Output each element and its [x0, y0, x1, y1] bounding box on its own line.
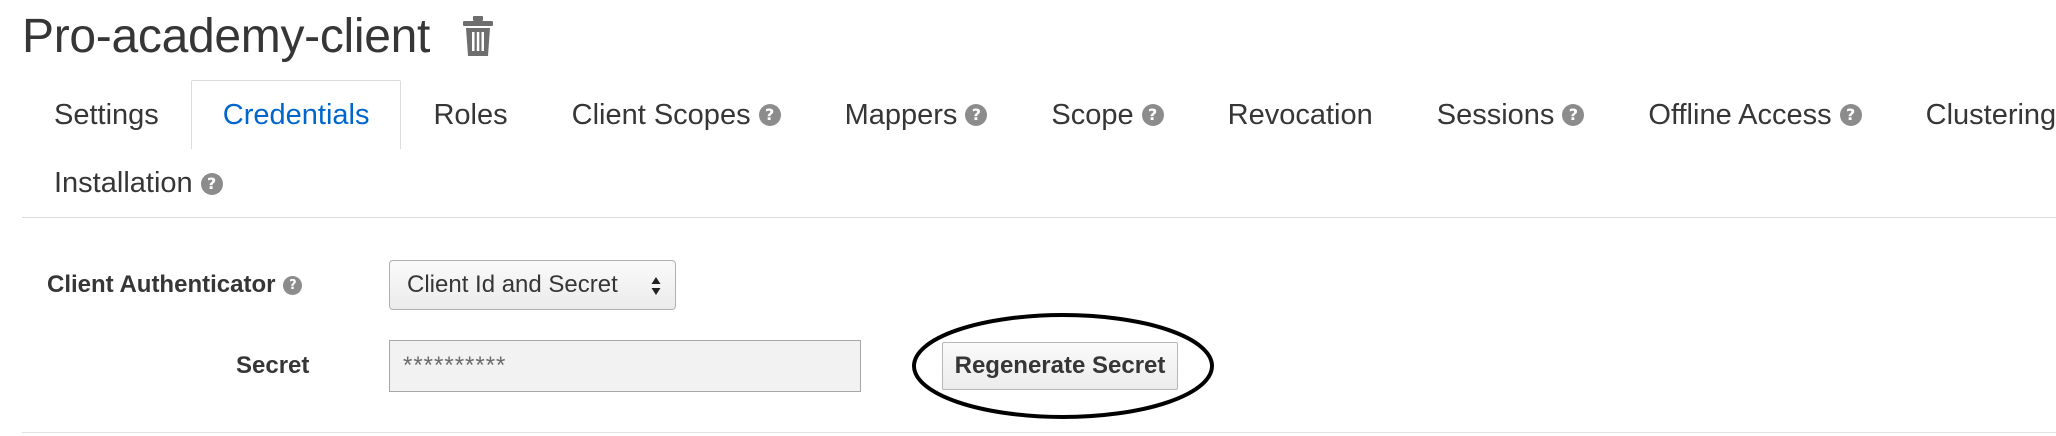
tab-mappers[interactable]: Mappers ? [813, 80, 1020, 149]
help-icon[interactable]: ? [1562, 104, 1585, 126]
tab-label: Settings [54, 98, 159, 131]
tab-client-scopes[interactable]: Client Scopes ? [540, 80, 813, 149]
tab-label: Revocation [1227, 98, 1373, 131]
tab-settings[interactable]: Settings [22, 80, 191, 149]
divider [22, 432, 2056, 433]
tab-installation[interactable]: Installation ? [22, 149, 255, 217]
tab-label: Clustering [1925, 98, 2056, 131]
label-text: Secret [236, 352, 310, 379]
select-arrows-icon [651, 277, 661, 295]
tab-label: Credentials [222, 98, 370, 131]
tab-label: Mappers [844, 98, 958, 131]
tab-scope[interactable]: Scope ? [1019, 80, 1195, 149]
client-authenticator-select[interactable]: Client Id and Secret [389, 260, 676, 310]
help-icon[interactable]: ? [200, 172, 223, 195]
secret-field[interactable] [389, 340, 861, 392]
tab-clustering[interactable]: Clustering [1894, 80, 2056, 149]
selected-value: Client Id and Secret [407, 271, 618, 298]
tab-revocation[interactable]: Revocation [1196, 80, 1405, 149]
help-icon[interactable]: ? [758, 104, 781, 126]
tab-row-1: Settings Credentials Roles Client Scopes… [22, 80, 2056, 149]
help-icon[interactable]: ? [283, 275, 303, 295]
label-text: Client Authenticator [47, 271, 276, 298]
tab-label: Roles [433, 98, 508, 131]
secret-label: Secret [236, 340, 309, 392]
help-icon[interactable]: ? [965, 104, 988, 126]
trash-icon[interactable] [462, 16, 494, 56]
page-title: Pro-academy-client [22, 9, 431, 63]
tab-label: Sessions [1436, 98, 1555, 131]
tab-label: Offline Access [1648, 98, 1832, 131]
title-row: Pro-academy-client [22, 6, 494, 66]
regenerate-secret-button[interactable]: Regenerate Secret [942, 342, 1178, 390]
client-credentials-page: Pro-academy-client Settings Credentials … [0, 0, 2056, 436]
help-icon[interactable]: ? [1839, 104, 1862, 126]
tab-roles[interactable]: Roles [401, 80, 539, 149]
tab-sessions[interactable]: Sessions ? [1405, 80, 1617, 149]
tab-row-2: Installation ? [22, 149, 255, 217]
tab-label: Scope [1051, 98, 1134, 131]
client-authenticator-label: Client Authenticator ? [47, 260, 303, 310]
help-icon[interactable]: ? [1141, 104, 1164, 126]
client-tabs: Settings Credentials Roles Client Scopes… [22, 80, 2056, 218]
tab-label: Installation [54, 167, 193, 199]
tab-label: Client Scopes [571, 98, 751, 131]
tab-offline-access[interactable]: Offline Access ? [1616, 80, 1893, 149]
tab-credentials[interactable]: Credentials [190, 80, 402, 149]
